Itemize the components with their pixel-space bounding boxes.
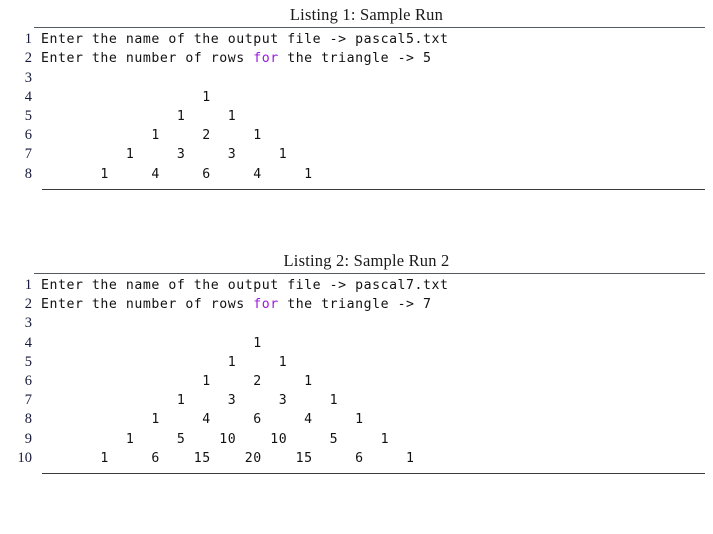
listing-1-caption: Listing 1: Sample Run (289, 5, 444, 24)
triangle-row: 1 4 6 4 1 (41, 166, 313, 182)
code-line: 1 Enter the name of the output file -> pa… (0, 277, 713, 296)
line-number: 2 (24, 296, 32, 313)
code-text-with-keyword: Enter the number of rows for the triangl… (32, 297, 432, 312)
code-line: 4 1 (0, 335, 713, 354)
line-number: 1 (24, 277, 32, 294)
triangle-row: 1 1 (41, 109, 237, 125)
code-text: Enter the name of the output file -> pas… (41, 32, 449, 48)
line-number: 2 (24, 50, 32, 67)
code-line: 6 1 2 1 (0, 127, 713, 146)
code-line: 9 1 5 10 10 5 1 (0, 431, 713, 450)
keyword-token: for (253, 51, 279, 67)
listing-sample-run-2: Listing 2: Sample Run 2 1 Enter the name … (0, 250, 713, 474)
triangle-row: 1 5 10 10 5 1 (41, 431, 390, 447)
code-segment-post: the triangle -> 5 (278, 51, 432, 67)
code-line: 8 1 4 6 4 1 (0, 166, 713, 185)
listing-sample-run-1: Listing 1: Sample Run 1 Enter the name of… (0, 4, 713, 190)
code-line: 7 1 3 3 1 (0, 392, 713, 411)
triangle-row: 1 (41, 335, 262, 351)
code-line: 8 1 4 6 4 1 (0, 411, 713, 430)
line-number: 8 (24, 411, 32, 428)
code-text-with-keyword: Enter the number of rows for the triangl… (32, 51, 432, 66)
triangle-row: 1 3 3 1 (41, 147, 288, 163)
line-number: 9 (24, 430, 32, 447)
code-line: 3 (0, 315, 713, 334)
triangle-row: 1 6 15 20 15 6 1 (41, 450, 415, 466)
listing-1-code-body: 1 Enter the name of the output file -> pa… (0, 31, 713, 185)
code-line: 6 1 2 1 (0, 373, 713, 392)
listing-2-code-body: 1 Enter the name of the output file -> pa… (0, 277, 713, 469)
line-number: 7 (24, 146, 32, 163)
line-number: 8 (24, 165, 32, 182)
line-number: 4 (24, 334, 32, 351)
line-number: 4 (24, 88, 32, 105)
line-number: 6 (24, 127, 32, 144)
triangle-row: 1 2 1 (41, 373, 313, 389)
code-line: 10 1 6 15 20 15 6 1 (0, 450, 713, 469)
triangle-row: 1 1 (41, 354, 288, 370)
code-segment-pre: Enter the number of rows (41, 51, 254, 67)
triangle-row: 1 (41, 89, 211, 105)
code-line: 2 Enter the number of rows for the triang… (0, 296, 713, 315)
listing-2-top-rule (34, 273, 705, 275)
code-line: 5 1 1 (0, 108, 713, 127)
listing-2-bottom-rule (42, 472, 705, 474)
triangle-row: 1 2 1 (41, 128, 262, 144)
line-number: 7 (24, 392, 32, 409)
code-line: 3 (0, 70, 713, 89)
listing-1-top-rule (34, 27, 705, 29)
code-text: Enter the name of the output file -> pas… (41, 278, 449, 294)
line-number: 3 (24, 69, 32, 86)
listing-2-caption: Listing 2: Sample Run 2 (283, 250, 450, 270)
line-number: 1 (24, 31, 32, 48)
triangle-row: 1 3 3 1 (41, 393, 339, 409)
triangle-row: 1 4 6 4 1 (41, 412, 364, 428)
code-line: 5 1 1 (0, 354, 713, 373)
line-number: 5 (24, 353, 32, 370)
keyword-token: for (253, 297, 279, 313)
line-number: 5 (24, 108, 32, 125)
code-line: 2 Enter the number of rows for the triang… (0, 50, 713, 69)
listing-1-bottom-rule (42, 188, 705, 190)
code-line: 1 Enter the name of the output file -> pa… (0, 31, 713, 50)
line-number: 10 (17, 449, 33, 466)
line-number: 6 (24, 372, 32, 389)
code-segment-pre: Enter the number of rows (41, 297, 254, 313)
line-number: 3 (24, 315, 32, 332)
code-line: 7 1 3 3 1 (0, 146, 713, 165)
code-segment-post: the triangle -> 7 (278, 297, 432, 313)
code-line: 4 1 (0, 89, 713, 108)
